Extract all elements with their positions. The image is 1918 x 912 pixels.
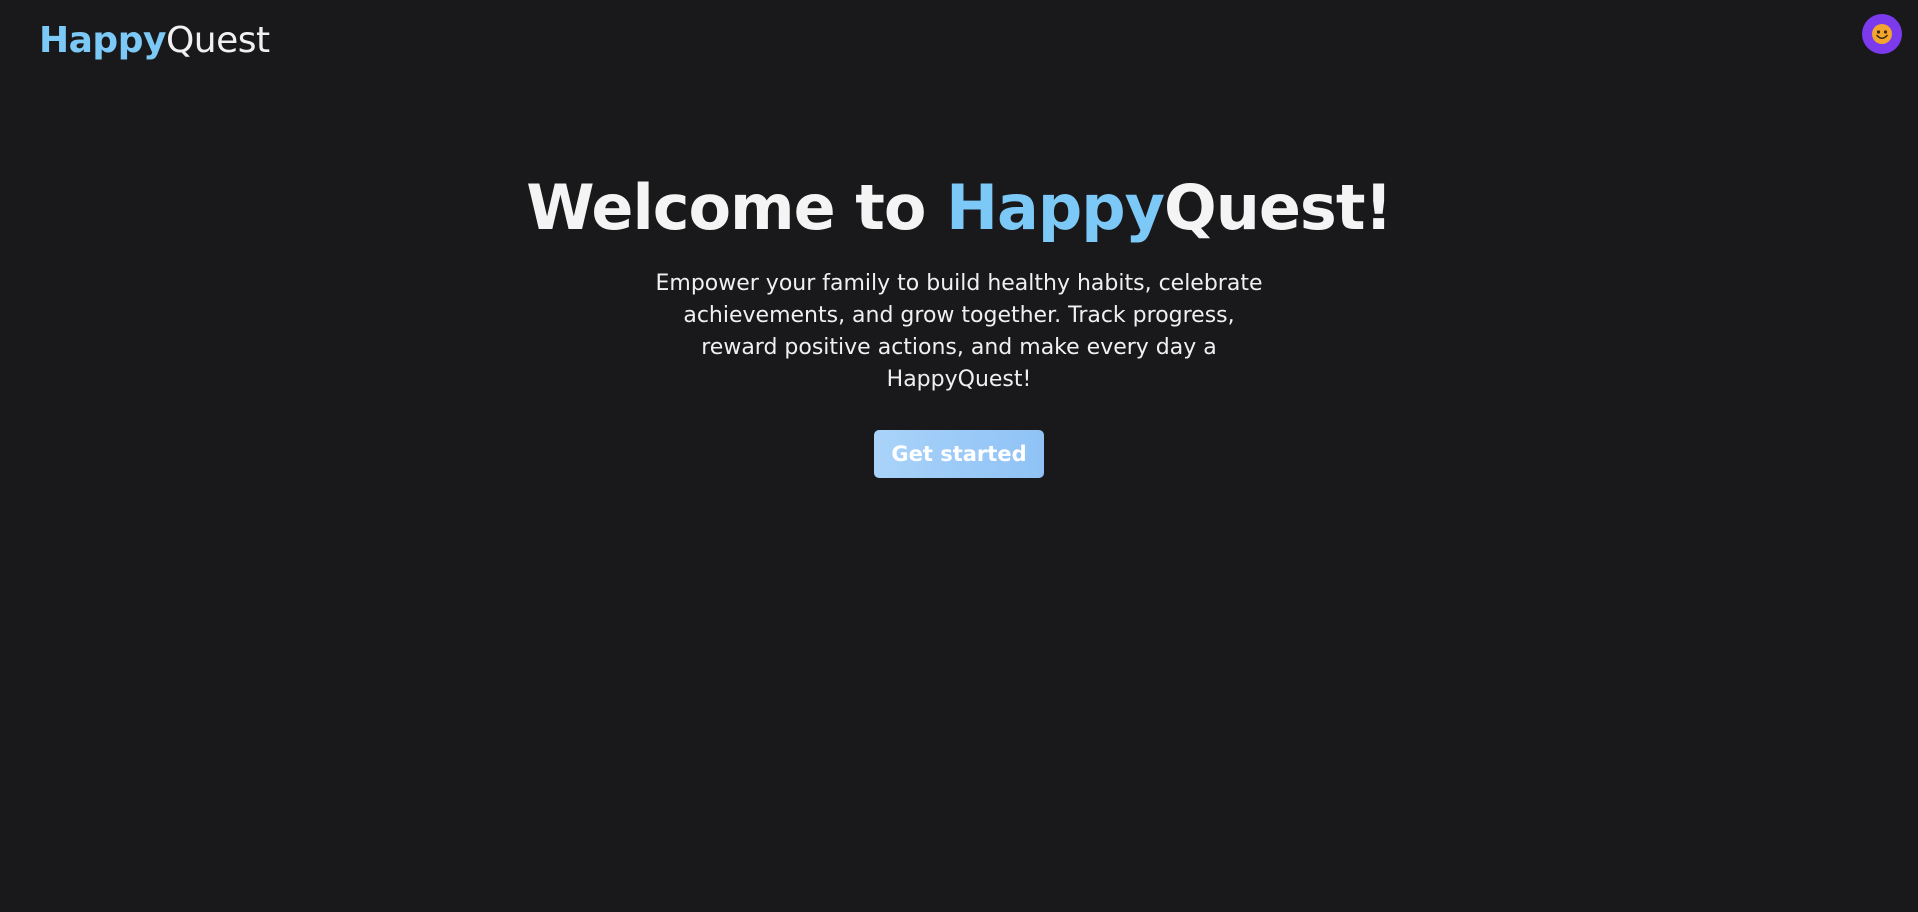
logo-text-happy: Happy (39, 20, 166, 61)
hero-title-prefix: Welcome to (526, 171, 947, 244)
hero-title: Welcome to HappyQuest! (526, 171, 1393, 244)
user-avatar-button[interactable] (1862, 14, 1902, 54)
hero-title-suffix: Quest! (1164, 171, 1393, 244)
hero-title-accent: Happy (946, 171, 1165, 244)
logo-text-quest: Quest (165, 20, 270, 61)
get-started-button[interactable]: Get started (874, 430, 1044, 478)
app-logo[interactable]: HappyQuest (39, 18, 270, 64)
hero-subtitle: Empower your family to build healthy hab… (655, 271, 1263, 392)
smiley-face-icon (1872, 24, 1892, 44)
page: HappyQuest Welcome to HappyQuest! Empowe… (0, 0, 1918, 912)
hero-section: Welcome to HappyQuest! Empower your fami… (0, 172, 1918, 478)
